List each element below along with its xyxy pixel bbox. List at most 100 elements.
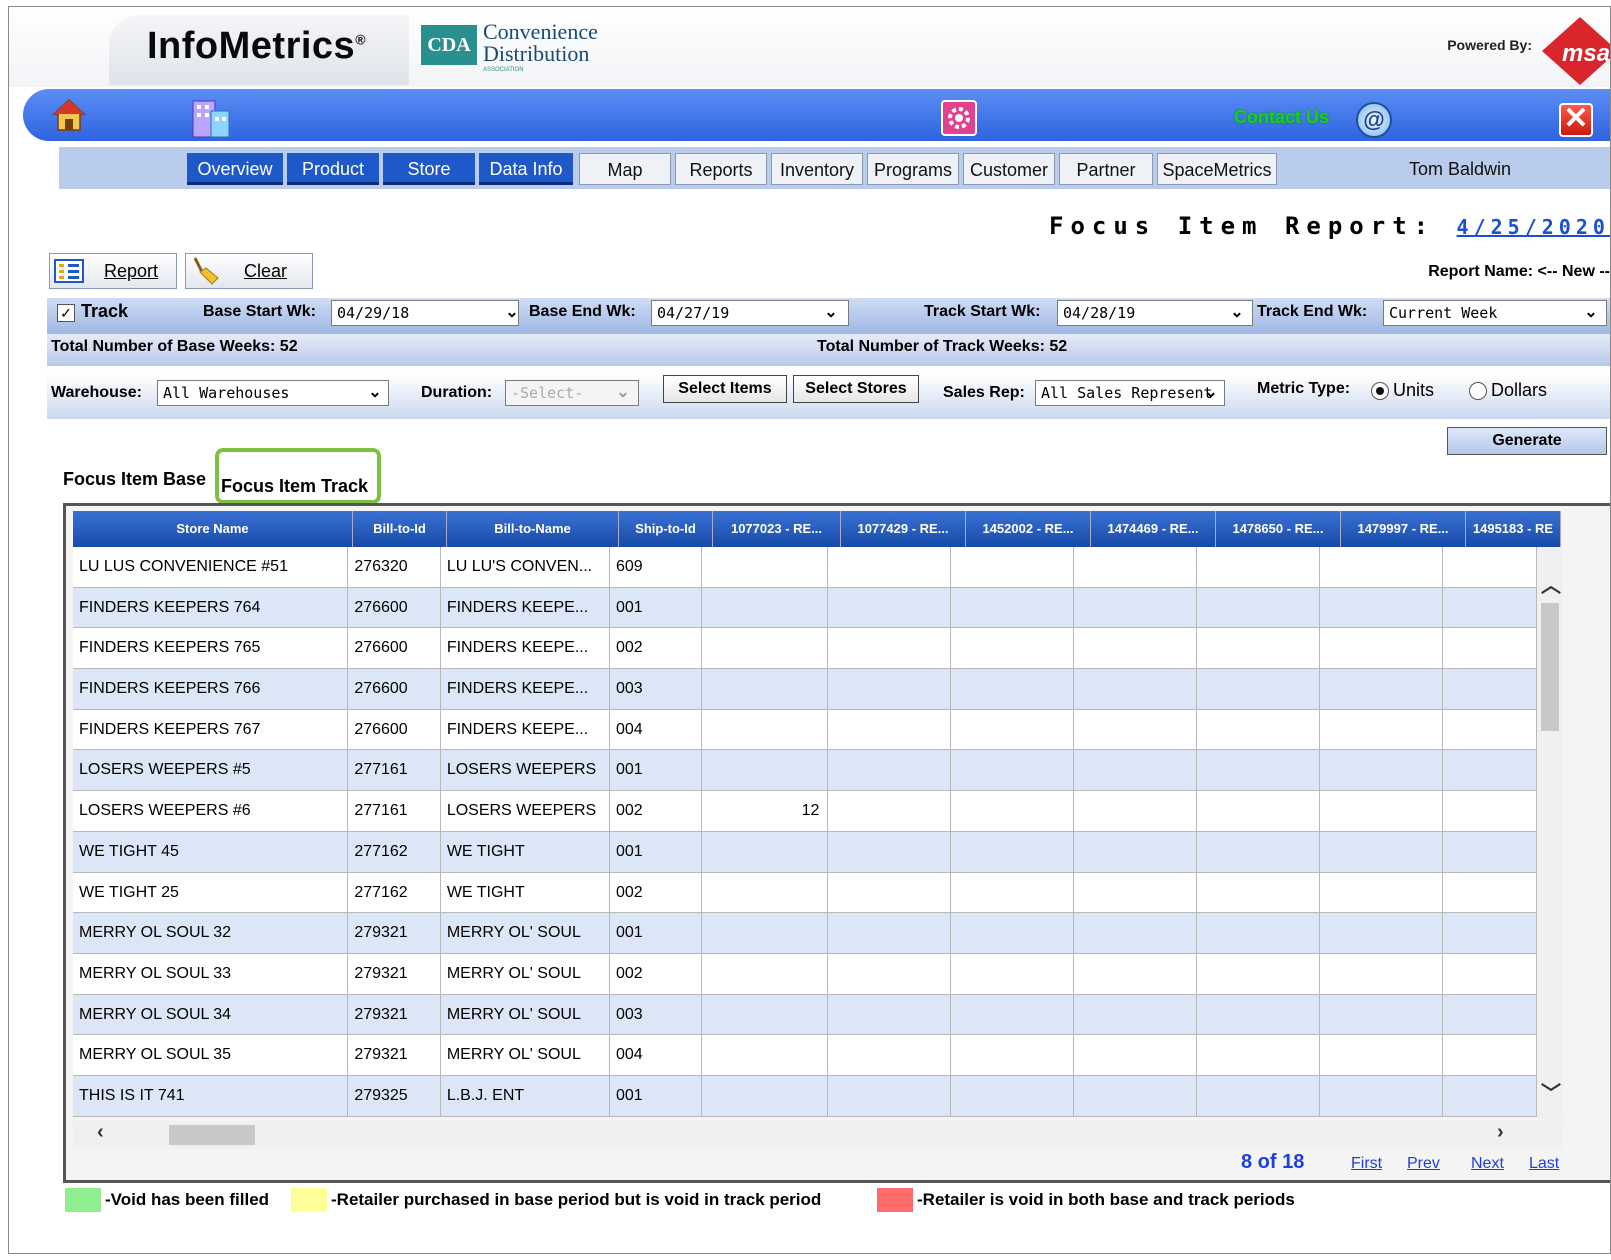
tab-data-info[interactable]: Data Info [479,153,573,185]
column-header[interactable]: 1474469 - RE... [1091,511,1216,547]
table-row[interactable]: THIS IS IT 741 279325 L.B.J. ENT 001 [73,1075,1537,1117]
track-checkbox[interactable]: ✓ [57,304,75,322]
table-cell [1074,831,1198,873]
table-row[interactable]: MERRY OL SOUL 35 279321 MERRY OL' SOUL 004 [73,1035,1537,1076]
tab-store[interactable]: Store [383,153,475,185]
chevron-down-icon[interactable]: ﹀ [1541,1077,1561,1106]
horizontal-scrollbar[interactable]: ‹ › [73,1121,1563,1149]
chevron-left-icon[interactable]: ‹ [97,1121,104,1144]
sales-rep-select[interactable]: All Sales Represent [1035,380,1225,406]
duration-label: Duration: [421,384,493,401]
table-cell [828,872,952,914]
tab-partner[interactable]: Partner [1059,153,1153,185]
table-cell [1320,1035,1444,1076]
tab-map[interactable]: Map [579,153,671,185]
table-row[interactable]: FINDERS KEEPERS 766 276600 FINDERS KEEPE..… [73,669,1537,710]
select-stores-button[interactable]: Select Stores [793,375,919,403]
contact-us-link[interactable]: Contact Us [1234,107,1329,128]
table-row[interactable]: FINDERS KEEPERS 764 276600 FINDERS KEEPE..… [73,587,1537,629]
pager-last-link[interactable]: Last [1529,1155,1559,1173]
building-icon[interactable] [189,97,233,141]
table-cell [828,628,952,670]
column-header[interactable]: 1077429 - RE... [841,511,966,547]
base-end-select[interactable]: 04/27/19 [651,300,849,326]
column-header[interactable]: Bill-to-Name [447,511,619,547]
table-cell [1197,669,1321,710]
track-start-select[interactable]: 04/28/19 [1057,300,1253,326]
report-button[interactable]: Report [49,253,177,289]
chevron-right-icon[interactable]: › [1497,1121,1504,1144]
table-row[interactable]: WE TIGHT 45 277162 WE TIGHT 001 [73,831,1537,873]
gear-icon[interactable] [941,100,977,136]
tab-customer[interactable]: Customer [963,153,1055,185]
close-icon[interactable]: ✕ [1559,103,1593,137]
column-header[interactable]: 1077023 - RE... [713,511,841,547]
units-radio[interactable] [1371,382,1389,400]
email-icon[interactable]: @ [1356,102,1392,138]
scrollbar-thumb[interactable] [1541,603,1559,731]
tab-overview[interactable]: Overview [187,153,283,185]
pager-next-link[interactable]: Next [1471,1155,1504,1173]
table-row[interactable]: FINDERS KEEPERS 765 276600 FINDERS KEEPE..… [73,628,1537,670]
column-header[interactable]: 1452002 - RE... [966,511,1091,547]
table-cell: 279321 [348,994,441,1036]
scrollbar-thumb[interactable] [169,1125,255,1145]
table-row[interactable]: MERRY OL SOUL 34 279321 MERRY OL' SOUL 003 [73,994,1537,1036]
table-cell [828,994,952,1036]
pager-prev-link[interactable]: Prev [1407,1155,1440,1173]
table-cell [702,953,829,995]
table-row[interactable]: LU LUS CONVENIENCE #51 276320 LU LU'S CONV… [73,547,1537,588]
pager-first-link[interactable]: First [1351,1155,1382,1173]
track-end-label: Track End Wk: [1257,303,1368,320]
table-cell: WE TIGHT [440,831,610,873]
table-row[interactable]: LOSERS WEEPERS #5 277161 LOSERS WEEPERS 001 [73,750,1537,792]
warehouse-select[interactable]: All Warehouses [157,380,389,406]
legend-swatch-green [65,1188,101,1212]
clear-button[interactable]: Clear [185,253,313,289]
dollars-radio[interactable] [1469,382,1487,400]
select-items-button[interactable]: Select Items [663,375,787,403]
tab-focus-item-base[interactable]: Focus Item Base [63,469,206,490]
tab-reports[interactable]: Reports [675,153,767,185]
table-row[interactable]: WE TIGHT 25 277162 WE TIGHT 002 [73,872,1537,914]
chevron-down-icon: ⌄ [1584,304,1598,321]
base-start-select[interactable]: 04/29/18 [331,300,519,326]
table-row[interactable]: FINDERS KEEPERS 767 276600 FINDERS KEEPE..… [73,709,1537,751]
track-end-select[interactable]: Current Week [1383,300,1607,326]
table-cell [1197,791,1321,832]
generate-button[interactable]: Generate [1447,427,1607,455]
vertical-scrollbar[interactable]: ︿ ﹀ [1537,547,1563,1119]
table-cell [1443,1075,1537,1117]
table-row[interactable]: MERRY OL SOUL 33 279321 MERRY OL' SOUL 002 [73,953,1537,995]
table-cell [1197,709,1321,751]
table-cell [1320,709,1444,751]
tab-inventory[interactable]: Inventory [771,153,863,185]
table-cell [828,750,952,792]
table-cell [1074,1035,1198,1076]
tab-programs[interactable]: Programs [867,153,959,185]
table-cell [1197,831,1321,873]
tab-focus-item-track-label: Focus Item Track [221,476,369,496]
tab-product[interactable]: Product [287,153,379,185]
table-cell: FINDERS KEEPE... [440,709,610,751]
table-cell [702,709,829,751]
report-date-link[interactable]: 4/25/2020 [1457,215,1610,239]
table-cell [1074,628,1198,670]
column-header[interactable]: 1479997 - RE... [1341,511,1466,547]
table-cell [1320,831,1444,873]
chevron-up-icon[interactable]: ︿ [1541,569,1561,598]
broom-icon [193,257,219,285]
column-header[interactable]: Bill-to-Id [353,511,447,547]
app-title: InfoMetrics® [147,25,367,67]
column-header[interactable]: Store Name [73,511,353,547]
table-row[interactable]: LOSERS WEEPERS #6 277161 LOSERS WEEPERS 002… [73,791,1537,832]
chevron-down-icon: ⌄ [505,304,519,321]
column-header[interactable]: 1495183 - RE [1466,511,1561,547]
tab-spacemetrics[interactable]: SpaceMetrics [1157,153,1277,185]
tab-focus-item-track[interactable]: Focus Item Track [215,448,381,504]
table-row[interactable]: MERRY OL SOUL 32 279321 MERRY OL' SOUL 001 [73,913,1537,954]
column-header[interactable]: Ship-to-Id [619,511,713,547]
home-icon[interactable] [51,97,87,133]
table-cell [1443,628,1537,670]
column-header[interactable]: 1478650 - RE... [1216,511,1341,547]
